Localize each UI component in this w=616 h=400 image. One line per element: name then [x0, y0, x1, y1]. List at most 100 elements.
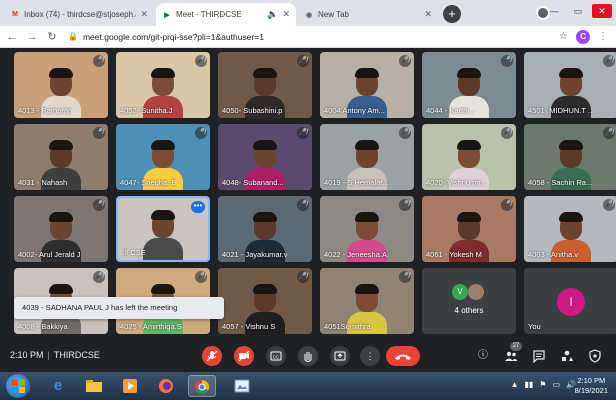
self-tile[interactable]: I You	[524, 268, 616, 334]
tab-meet[interactable]: ▶ Meet - THIRDCSE 🔈 ✕	[156, 3, 296, 26]
participant-tile[interactable]: 4052- Sunitha.J 🎤̸	[116, 52, 210, 118]
mic-muted-icon: 🎤̸	[501, 127, 513, 139]
participant-tile[interactable]: III CSE •••	[116, 196, 210, 262]
participant-name: 4031 - Nahash	[18, 178, 68, 187]
file-explorer-icon[interactable]	[80, 375, 108, 397]
close-tab-icon[interactable]: ✕	[140, 9, 148, 20]
people-icon[interactable]	[504, 349, 518, 363]
participant-name: 4057 - Vishnu S	[222, 322, 276, 331]
present-screen-button[interactable]	[330, 346, 350, 366]
start-button[interactable]	[6, 374, 30, 398]
internet-explorer-icon[interactable]: e	[44, 375, 72, 397]
participant-tile[interactable]: 4044 - Karthi... 🎤̸	[422, 52, 516, 118]
chrome-taskbar-icon[interactable]	[188, 375, 216, 397]
reload-icon[interactable]: ↻	[44, 30, 60, 43]
participant-tile[interactable]: 4051Sumithra 🎤̸	[320, 268, 414, 334]
participant-tile[interactable]: 4004 Antony Am... 🎤̸	[320, 52, 414, 118]
participant-tile[interactable]: 4057 - Vishnu S 🎤̸	[218, 268, 312, 334]
participant-tile[interactable]: 4013 - Ramaran 🎤̸	[14, 52, 108, 118]
mic-muted-icon: 🎤̸	[603, 55, 615, 67]
participant-name: 4002- Arul Jerald J	[18, 250, 81, 259]
participant-name: 4051Sumithra	[324, 322, 371, 331]
raise-hand-button[interactable]	[298, 346, 318, 366]
firefox-icon[interactable]	[152, 375, 180, 397]
show-hidden-icons[interactable]: ▲	[511, 380, 519, 389]
bookmark-star-icon[interactable]: ☆	[559, 31, 568, 42]
speaker-icon[interactable]: 🔈	[267, 9, 278, 20]
back-icon[interactable]: ←	[4, 31, 20, 43]
tab-gmail[interactable]: M Inbox (74) - thirdcse@stjoseph.a ✕	[4, 3, 154, 26]
browser-tab-strip: M Inbox (74) - thirdcse@stjoseph.a ✕ ▶ M…	[0, 0, 616, 26]
host-controls-icon[interactable]	[588, 349, 602, 363]
camera-off-button[interactable]	[234, 346, 254, 366]
mic-muted-icon: 🎤̸	[399, 127, 411, 139]
tab-new-tab[interactable]: ◉ New Tab ✕	[298, 3, 438, 26]
participant-name: 4008 - Bakkiya	[18, 322, 68, 331]
mic-muted-icon: 🎤̸	[501, 199, 513, 211]
others-tile[interactable]: V 4 others	[422, 268, 516, 334]
participant-name: 4058 - Sachin Ra...	[528, 178, 593, 187]
participant-tile[interactable]: 4020- Vishnu pri... 🎤̸	[422, 124, 516, 190]
flag-icon[interactable]: ⚑	[539, 380, 546, 389]
media-player-icon[interactable]	[116, 375, 144, 397]
leave-call-button[interactable]	[386, 346, 420, 366]
battery-icon[interactable]: ▭	[552, 380, 560, 389]
address-bar: ← → ↻ 🔒 meet.google.com/git-prqi-sse?pli…	[0, 26, 616, 48]
meet-control-bar: 2:10 PM | THIRDCSE CC ⋮ ⓘ 27	[0, 340, 616, 372]
participant-tile[interactable]: 4048- Subanand... 🎤̸	[218, 124, 312, 190]
meeting-details-icon[interactable]: ⓘ	[476, 349, 490, 363]
participant-tile[interactable]: 4002- Arul Jerald J 🎤̸	[14, 196, 108, 262]
others-label: 4 others	[454, 306, 484, 315]
system-tray: ▲ ▮▮ ⚑ ▭ 🔊	[511, 380, 576, 389]
end-call-icon	[395, 354, 411, 360]
lock-icon[interactable]: 🔒	[68, 32, 78, 41]
minimize-icon[interactable]: —	[544, 4, 564, 18]
participant-tile[interactable]: 4031 - Nahash 🎤̸	[14, 124, 108, 190]
participant-tile[interactable]: 4061 - Yokesh M 🎤̸	[422, 196, 516, 262]
tile-more-options-icon[interactable]: •••	[191, 201, 205, 213]
close-tab-icon[interactable]: ✕	[424, 9, 432, 20]
participant-name: 4044 - Karthi...	[426, 106, 476, 115]
maximize-icon[interactable]: ▭	[568, 4, 588, 18]
participant-tile[interactable]: 4003 - Anitha.v 🎤̸	[524, 196, 616, 262]
mic-off-button[interactable]	[202, 346, 222, 366]
captions-button[interactable]: CC	[266, 346, 286, 366]
more-options-button[interactable]: ⋮	[360, 346, 380, 366]
close-tab-icon[interactable]: ✕	[282, 9, 290, 20]
self-avatar: I	[557, 288, 585, 316]
mic-muted-icon: 🎤̸	[195, 55, 207, 67]
paint-app-icon[interactable]	[228, 375, 256, 397]
participant-name: 4020- Vishnu pri...	[426, 178, 487, 187]
participant-tile[interactable]: 4050- Subashini.p 🎤̸	[218, 52, 312, 118]
participant-tile[interactable]: 4019 - S Hemalat... 🎤̸	[320, 124, 414, 190]
present-screen-icon	[334, 351, 346, 361]
url-field[interactable]: 🔒 meet.google.com/git-prqi-sse?pli=1&aut…	[68, 29, 559, 45]
profile-avatar[interactable]: C	[576, 29, 590, 44]
current-time: 2:10 PM	[10, 350, 44, 360]
self-label: You	[528, 322, 541, 331]
participant-tile[interactable]: 4058 - Sachin Ra... 🎤̸	[524, 124, 616, 190]
browser-menu-icon[interactable]: ⋮	[598, 31, 608, 42]
forward-icon[interactable]: →	[24, 31, 40, 43]
mic-muted-icon: 🎤̸	[399, 55, 411, 67]
participant-name: 4050- Subashini.p	[222, 106, 283, 115]
mic-muted-icon: 🎤̸	[93, 271, 105, 283]
network-icon[interactable]: ▮▮	[524, 380, 533, 389]
system-clock[interactable]: 2:10 PM 8/19/2021	[575, 376, 608, 396]
mic-muted-icon: 🎤̸	[603, 199, 615, 211]
tab-title: Meet - THIRDCSE	[176, 10, 242, 19]
meet-icon: ▶	[164, 11, 170, 19]
participant-tile[interactable]: 4021 - Jayakumar.v 🎤̸	[218, 196, 312, 262]
mic-muted-icon: 🎤̸	[93, 199, 105, 211]
participant-name: 4048- Subanand...	[222, 178, 284, 187]
close-window-icon[interactable]: ✕	[592, 4, 612, 18]
chat-icon[interactable]	[532, 349, 546, 364]
participant-tile[interactable]: 4047- Snegha. B 🎤̸	[116, 124, 210, 190]
new-tab-button[interactable]: +	[443, 5, 461, 23]
participant-left-toast: 4039 - SADHANA PAUL J has left the meeti…	[14, 297, 224, 319]
camera-off-icon	[238, 350, 250, 362]
participant-tile[interactable]: 4501- MIDHUN.T ... 🎤̸	[524, 52, 616, 118]
activities-icon[interactable]	[560, 349, 574, 363]
participant-tile[interactable]: 4022 - Jeneesha.A 🎤̸	[320, 196, 414, 262]
mic-off-icon	[206, 350, 218, 362]
